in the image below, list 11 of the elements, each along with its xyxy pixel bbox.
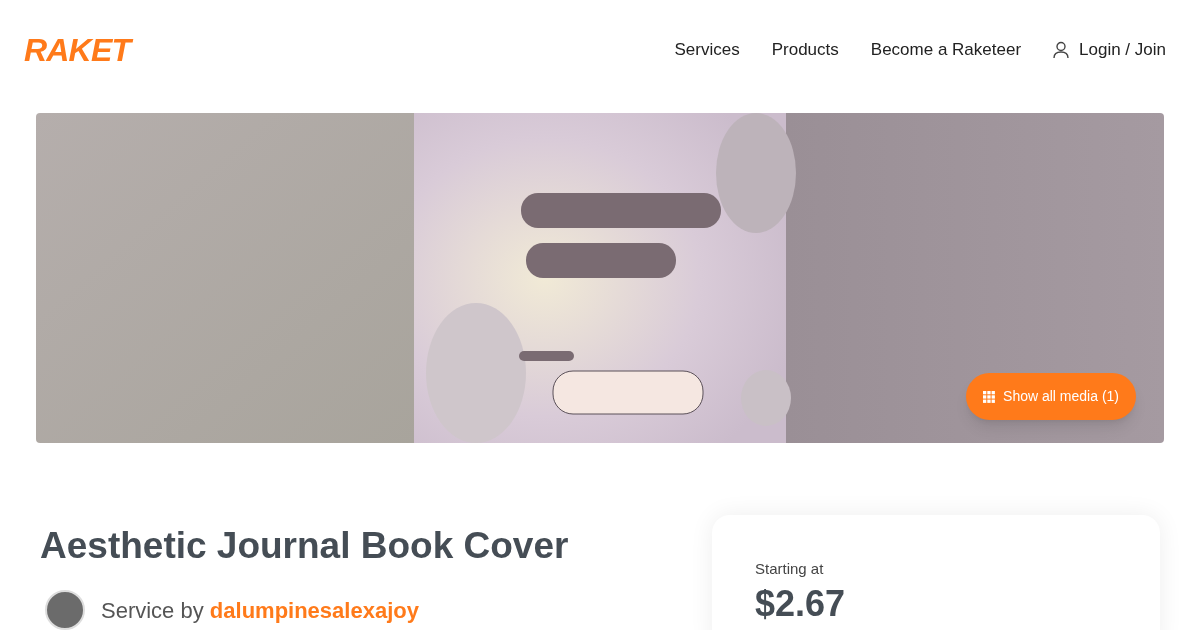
- service-by-label: Service by: [101, 597, 204, 623]
- nav-link[interactable]: Products: [771, 37, 839, 63]
- price: $2.67: [755, 581, 847, 626]
- login-link[interactable]: Login / Join: [1053, 37, 1166, 63]
- starting-at-label: Starting at: [755, 559, 825, 579]
- nav-link[interactable]: Services: [674, 37, 740, 63]
- user-icon: [1053, 41, 1070, 59]
- avatar: [45, 590, 85, 630]
- service-title: Aesthetic Journal Book Cover: [40, 527, 569, 564]
- grid-icon: [983, 390, 996, 403]
- nav-link[interactable]: Become a Raketeer: [870, 37, 1022, 63]
